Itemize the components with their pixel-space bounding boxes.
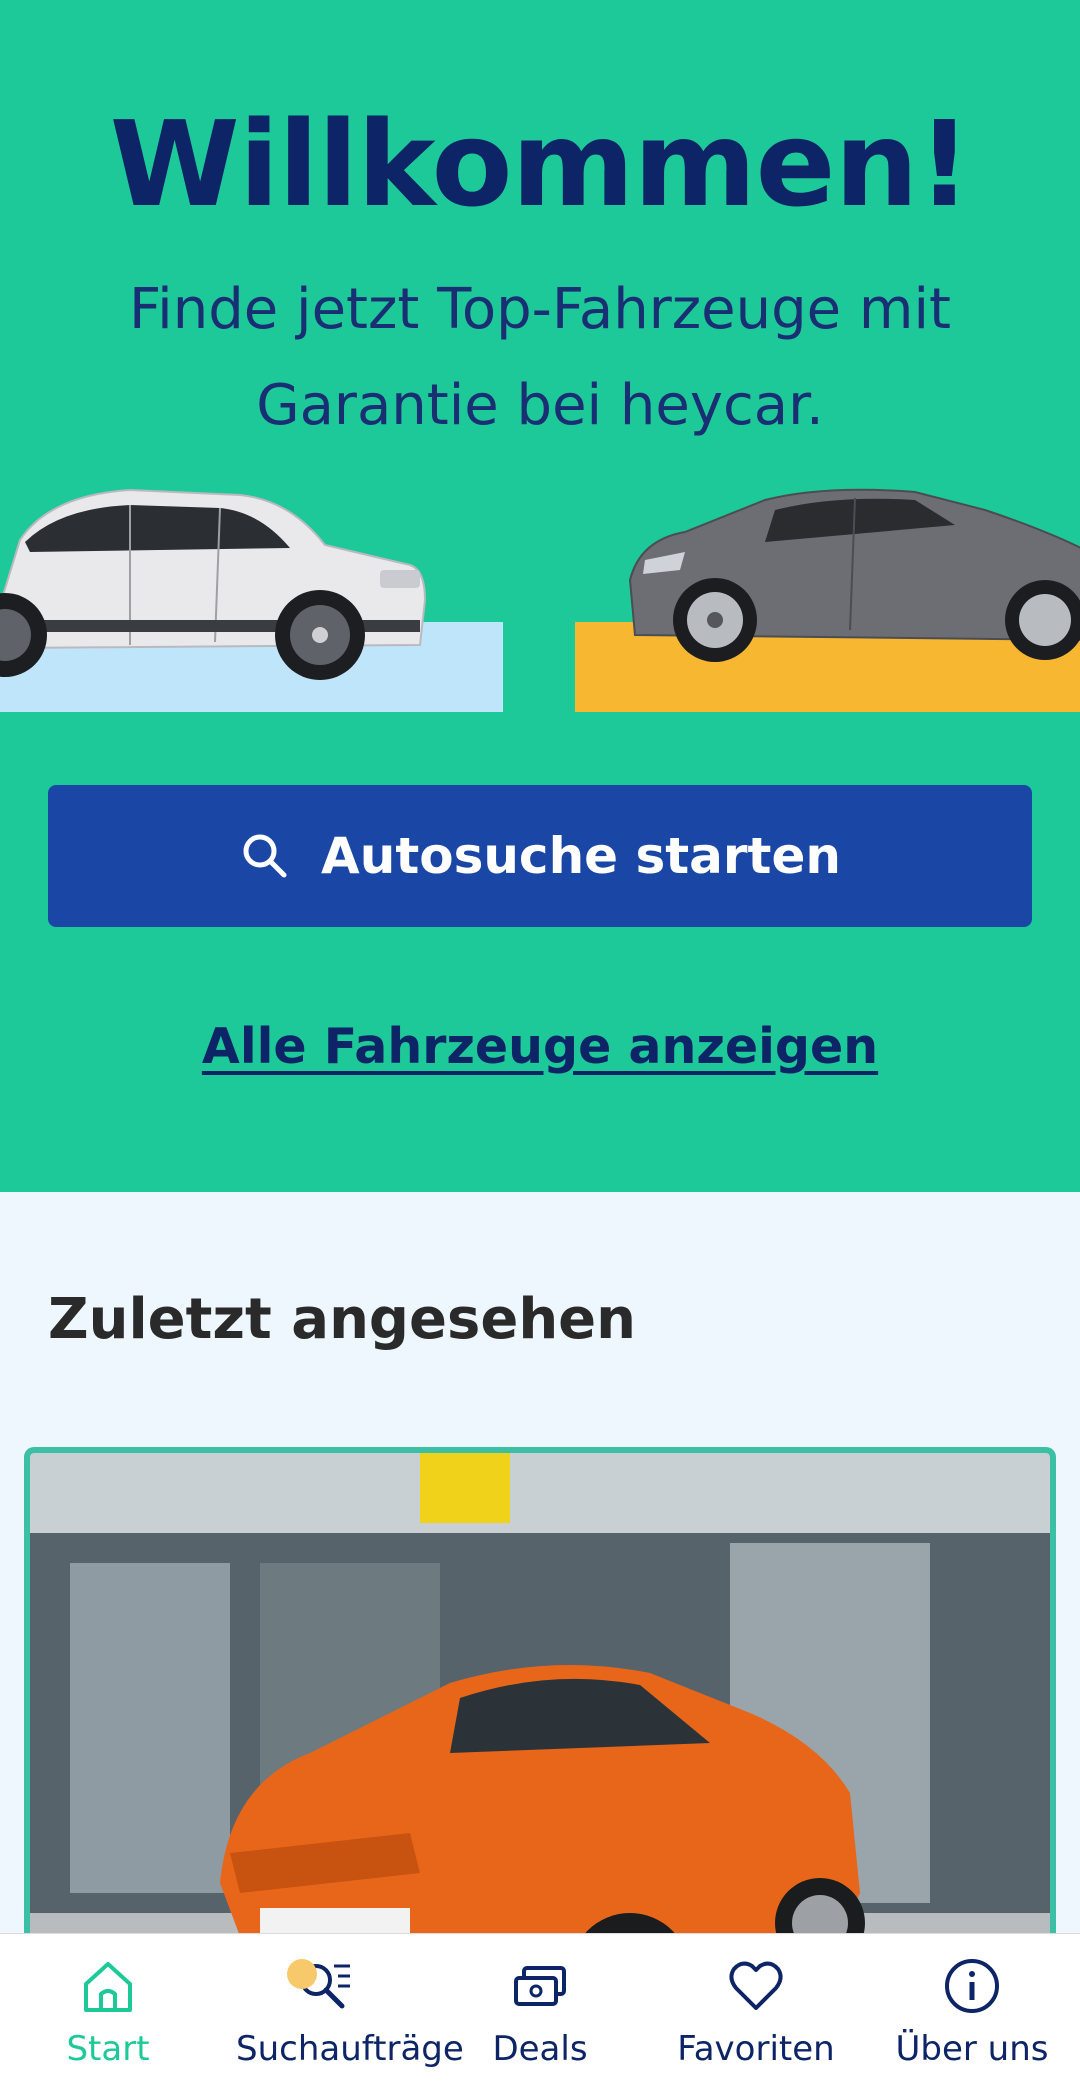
nav-favorites-label: Favoriten xyxy=(677,2029,835,2069)
white-suv-image xyxy=(0,470,440,690)
nav-about-us[interactable]: Über uns xyxy=(864,1934,1080,2097)
info-icon xyxy=(945,1959,999,2013)
nav-favorites[interactable]: Favoriten xyxy=(648,1934,864,2097)
heart-icon xyxy=(729,1961,783,2010)
home-icon xyxy=(84,1962,132,2012)
nav-deals-label: Deals xyxy=(492,2029,588,2069)
recently-viewed-title: Zuletzt angesehen xyxy=(48,1287,637,1352)
nav-deals[interactable]: Deals xyxy=(432,1934,648,2097)
show-all-vehicles-link[interactable]: Alle Fahrzeuge anzeigen xyxy=(0,1018,1080,1075)
search-icon xyxy=(243,834,287,878)
nav-saved-searches-label: Suchaufträge xyxy=(236,2029,464,2069)
nav-start[interactable]: Start xyxy=(0,1934,216,2097)
start-search-label: Autosuche starten xyxy=(321,827,841,885)
nav-about-us-label: Über uns xyxy=(895,2029,1049,2069)
nav-start-label: Start xyxy=(66,2029,150,2069)
grey-hatchback-image xyxy=(625,470,1080,680)
bottom-navigation: Start Suchaufträge Deals Favoriten Über … xyxy=(0,1933,1080,2097)
nav-saved-searches[interactable]: Suchaufträge xyxy=(216,1934,464,2097)
welcome-title: Willkommen! xyxy=(109,95,972,233)
hero-cars-illustration xyxy=(0,470,1080,720)
welcome-subtitle: Finde jetzt Top-Fahrzeuge mit Garantie b… xyxy=(129,277,951,438)
hero-banner: Willkommen! Finde jetzt Top-Fahrzeuge mi… xyxy=(0,0,1080,1192)
notification-dot xyxy=(287,1959,317,1989)
deals-icon xyxy=(514,1966,566,2006)
start-search-button[interactable]: Autosuche starten xyxy=(48,785,1032,927)
